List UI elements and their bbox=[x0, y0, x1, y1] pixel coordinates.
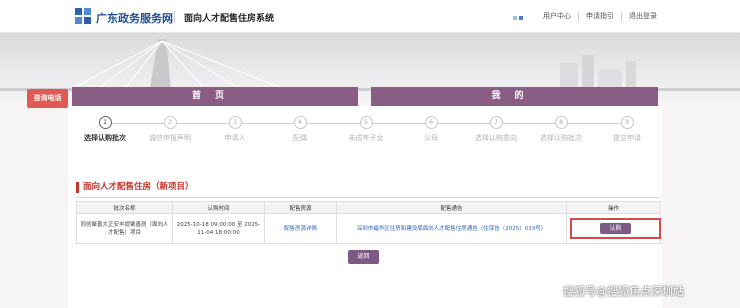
step-number: 8 bbox=[554, 116, 568, 129]
progress-steps: 1 选择认购批次 2 诚信申报声明 3 申请人 4 配偶 5 未成年子女 6 父… bbox=[72, 116, 660, 150]
step-label: 选择认购批次 bbox=[84, 134, 126, 142]
watermark: 搜狐号@搜狐焦点深圳站 bbox=[563, 285, 684, 298]
gov-logo-icon bbox=[75, 8, 91, 24]
header-divider bbox=[174, 11, 175, 23]
header-links: 用户中心 申请指引 退出登录 bbox=[536, 11, 664, 21]
hotline-tab[interactable]: 咨询电话 bbox=[27, 89, 68, 108]
step-number: 5 bbox=[359, 116, 373, 129]
action-cell: 认购 bbox=[566, 213, 661, 244]
step-7: 7 选择认购意向 bbox=[463, 116, 529, 143]
step-label: 选择认购意向 bbox=[475, 134, 517, 142]
step-number: 2 bbox=[163, 116, 177, 129]
notice-link[interactable]: 深圳市福华区住房和建设局面向人才配售住房通告（住保告〔2025〕033号） bbox=[336, 213, 567, 244]
batch-table: 批次名称 认购时间 配售房源 配售通告 操作 同创聚善大正安丰提聚善居（面向人才… bbox=[76, 201, 661, 244]
table-row: 同创聚善大正安丰提聚善居（面向人才配售）项目 2025-10-18 09:00:… bbox=[76, 213, 661, 244]
nav-mine[interactable]: 我的 bbox=[371, 87, 658, 106]
table-header-row: 批次名称 认购时间 配售房源 配售通告 操作 bbox=[76, 201, 661, 214]
logout-link[interactable]: 退出登录 bbox=[622, 11, 664, 21]
step-6: 6 父母 bbox=[398, 116, 464, 143]
step-number: 9 bbox=[620, 116, 634, 129]
step-9: 9 提交申请 bbox=[594, 116, 660, 143]
purchase-time-cell: 2025-10-18 09:00:00 至 2025-11-04 18:00:0… bbox=[172, 213, 265, 244]
step-label: 提交申请 bbox=[613, 134, 641, 142]
step-4: 4 配偶 bbox=[267, 116, 333, 143]
step-3: 3 申请人 bbox=[202, 116, 268, 143]
step-label: 父母 bbox=[424, 134, 438, 142]
step-8: 8 选择认购批次 bbox=[528, 116, 594, 143]
step-label: 选择认购批次 bbox=[540, 134, 582, 142]
step-number: 1 bbox=[98, 116, 112, 129]
step-label: 申请人 bbox=[224, 134, 246, 142]
step-label: 诚信申报声明 bbox=[149, 134, 191, 142]
top-header: 广东政务服务网 面向人才配售住房系统 用户中心 申请指引 退出登录 bbox=[0, 0, 740, 33]
step-number: 4 bbox=[293, 116, 307, 129]
view-toggle-icon[interactable] bbox=[513, 14, 527, 20]
col-purchase-time: 认购时间 bbox=[172, 201, 265, 214]
col-housing: 配售房源 bbox=[264, 201, 337, 214]
step-2: 2 诚信申报声明 bbox=[137, 116, 203, 143]
step-5: 5 未成年子女 bbox=[333, 116, 399, 143]
user-center-link[interactable]: 用户中心 bbox=[536, 11, 578, 21]
housing-details-link[interactable]: 配售房源详情 bbox=[264, 213, 337, 244]
section-divider bbox=[76, 197, 660, 198]
step-number: 7 bbox=[489, 116, 503, 129]
col-action: 操作 bbox=[566, 201, 661, 214]
site-name[interactable]: 广东政务服务网 bbox=[96, 10, 173, 26]
step-label: 配偶 bbox=[293, 134, 307, 142]
section-title: 面向人才配售住房（新项目） bbox=[76, 182, 194, 193]
step-number: 3 bbox=[228, 116, 242, 129]
subscribe-button[interactable]: 认购 bbox=[600, 223, 631, 234]
batch-name-cell: 同创聚善大正安丰提聚善居（面向人才配售）项目 bbox=[76, 213, 173, 244]
step-1: 1 选择认购批次 bbox=[72, 116, 138, 143]
nav-home[interactable]: 首页 bbox=[72, 87, 358, 106]
col-notice: 配售通告 bbox=[336, 201, 567, 214]
step-number: 6 bbox=[424, 116, 438, 129]
col-batch-name: 批次名称 bbox=[76, 201, 173, 214]
system-name: 面向人才配售住房系统 bbox=[184, 14, 275, 24]
back-button[interactable]: 返回 bbox=[348, 250, 379, 264]
step-label: 未成年子女 bbox=[348, 134, 384, 142]
application-guide-link[interactable]: 申请指引 bbox=[579, 11, 621, 21]
buy-highlight-box: 认购 bbox=[570, 218, 661, 239]
